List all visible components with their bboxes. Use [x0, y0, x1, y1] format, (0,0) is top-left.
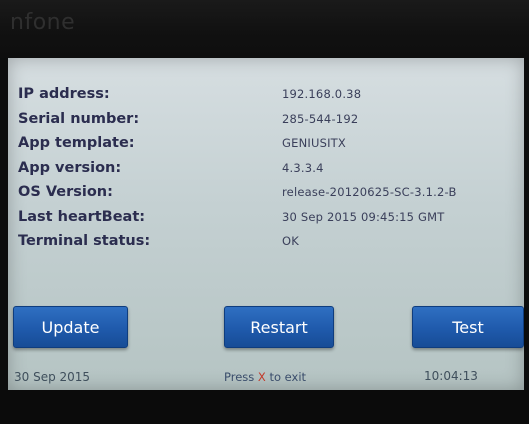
app-template-value: GENIUSITX: [282, 136, 346, 150]
app-template-label: App template:: [18, 135, 135, 151]
info-row-ip-address: IP address: 192.168.0.38: [18, 86, 518, 111]
exit-hint-prefix: Press: [224, 370, 258, 384]
info-row-os-version: OS Version: release-20120625-SC-3.1.2-B: [18, 184, 518, 209]
info-row-serial-number: Serial number: 285-544-192: [18, 111, 518, 136]
brand-logo-text: nfone: [10, 10, 76, 35]
info-row-app-template: App template: GENIUSITX: [18, 135, 518, 160]
os-version-value: release-20120625-SC-3.1.2-B: [282, 185, 457, 199]
serial-number-value: 285-544-192: [282, 111, 359, 126]
exit-key-x: X: [257, 370, 266, 384]
test-button[interactable]: Test: [412, 306, 524, 348]
footer-date: 30 Sep 2015: [14, 370, 91, 384]
exit-hint: Press X to exit: [224, 370, 306, 384]
info-row-app-version: App version: 4.3.3.4: [18, 160, 518, 185]
restart-button[interactable]: Restart: [224, 306, 334, 348]
serial-number-label: Serial number:: [18, 110, 140, 127]
footer-clock: 10:04:13: [424, 369, 478, 383]
last-heartbeat-value: 30 Sep 2015 09:45:15 GMT: [282, 209, 445, 224]
terminal-info-screen: IP address: 192.168.0.38 Serial number: …: [8, 58, 524, 390]
app-version-value: 4.3.3.4: [282, 160, 324, 175]
last-heartbeat-label: Last heartBeat:: [18, 208, 146, 225]
ip-address-label: IP address:: [18, 86, 110, 102]
info-row-last-heartbeat: Last heartBeat: 30 Sep 2015 09:45:15 GMT: [18, 209, 518, 234]
device-bezel-bottom: [0, 390, 529, 424]
info-table: IP address: 192.168.0.38 Serial number: …: [18, 86, 518, 258]
app-version-label: App version:: [18, 159, 122, 176]
update-button[interactable]: Update: [13, 306, 128, 348]
terminal-status-label: Terminal status:: [18, 233, 151, 249]
ip-address-value: 192.168.0.38: [282, 87, 362, 101]
os-version-label: OS Version:: [18, 184, 113, 200]
header-bar: nfone: [0, 0, 529, 58]
terminal-status-value: OK: [282, 234, 299, 248]
info-row-terminal-status: Terminal status: OK: [18, 233, 518, 258]
exit-hint-suffix: to exit: [265, 370, 307, 384]
